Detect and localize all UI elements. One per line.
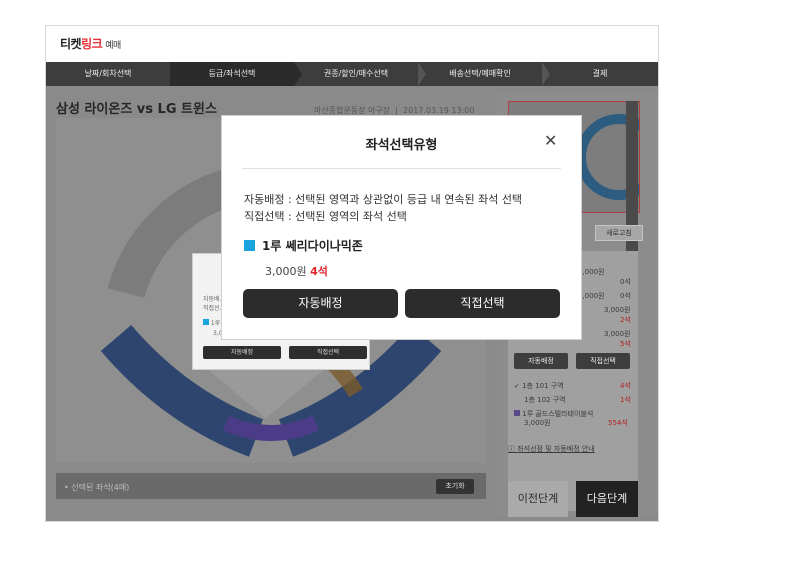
zone-item[interactable]: 1층 102 구역 (524, 395, 566, 405)
grade-count: 0석 (620, 278, 631, 286)
selected-seats-label: • 선택된 좌석(4매) (64, 483, 130, 492)
dialog-title: 좌석선택유형 (365, 138, 438, 153)
guide-link[interactable]: ⓘ 좌석선점 및 자동배정 안내 (508, 444, 595, 454)
close-icon[interactable]: ✕ (544, 131, 557, 150)
refresh-button[interactable]: 새로고침 (595, 225, 643, 241)
logo: 티켓링크 예매 (60, 37, 121, 51)
zone-item[interactable]: ✓ 1층 101 구역 (514, 381, 564, 391)
direct-select-button[interactable]: 직접선택 (405, 289, 560, 318)
dialog-divider (242, 168, 561, 169)
direct-description: 직접선택 : 선택된 영역의 좌석 선택 (244, 210, 407, 223)
ghost-direct-button: 직접선택 (289, 346, 367, 359)
ghost-grade: 1루 (203, 318, 220, 327)
next-step-button[interactable]: 다음단계 (576, 481, 638, 517)
grade-price-count: 3,000원 4석 (265, 265, 328, 278)
step-date[interactable]: 날짜/회차선택 (46, 62, 170, 86)
step-seat[interactable]: 등급/좌석선택 (170, 62, 294, 86)
auto-description: 자동배정 : 선택된 영역과 상관없이 등급 내 연속된 좌석 선택 (244, 193, 523, 206)
auto-assign-button[interactable]: 자동배정 (243, 289, 398, 318)
grade-count: 5석 (620, 340, 631, 348)
grade-count: 0석 (620, 292, 631, 300)
grade-name: 1루 쎄리다이나믹존 (244, 237, 363, 254)
zone-count: 1석 (620, 396, 631, 404)
extra-price: 3,000원 (524, 419, 551, 427)
grade-price: 3,000원 (604, 306, 631, 314)
grade-color-swatch (244, 240, 255, 251)
side-direct-button[interactable]: 직접선택 (576, 353, 630, 369)
extra-count: 554석 (608, 419, 628, 427)
info-icon: ⓘ (508, 445, 515, 453)
side-auto-button[interactable]: 자동배정 (514, 353, 568, 369)
step-nav: 날짜/회차선택 등급/좌석선택 권종/할인/매수선택 배송선택/예매확인 결제 (46, 62, 658, 86)
reset-button[interactable]: 초기화 (436, 479, 474, 494)
step-ticket-type[interactable]: 권종/할인/매수선택 (294, 62, 418, 86)
grade-count: 2석 (620, 316, 631, 324)
prev-step-button[interactable]: 이전단계 (508, 481, 568, 517)
step-delivery[interactable]: 배송선택/예매확인 (418, 62, 542, 86)
header: 티켓링크 예매 (46, 26, 658, 63)
ghost-auto-button: 자동배정 (203, 346, 281, 359)
page-title: 삼성 라이온즈 vs LG 트윈스 (56, 102, 217, 117)
zone-count: 4석 (620, 382, 631, 390)
grade-price: 3,000원 (604, 330, 631, 338)
seat-type-dialog: 좌석선택유형 ✕ 자동배정 : 선택된 영역과 상관없이 등급 내 연속된 좌석… (221, 115, 582, 340)
step-payment[interactable]: 결제 (542, 62, 658, 86)
